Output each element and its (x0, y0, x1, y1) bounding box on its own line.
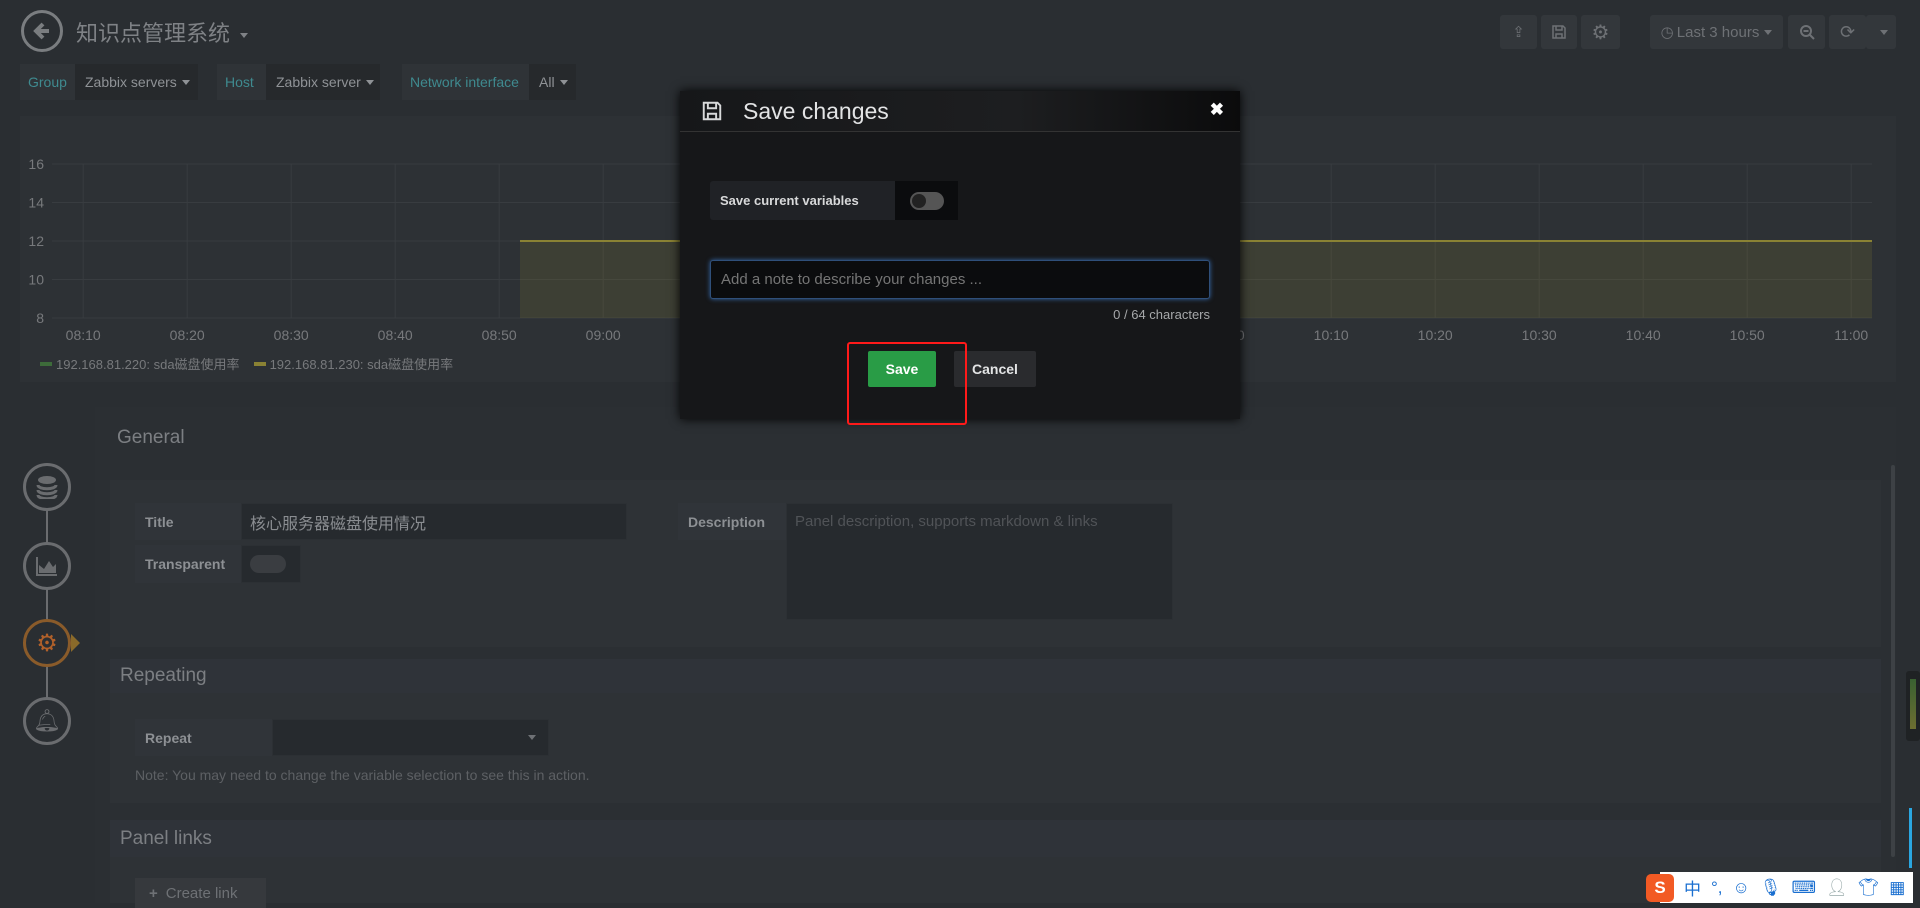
panel-links-section (110, 857, 1881, 903)
note-input[interactable] (710, 260, 1210, 299)
plus-icon: + (149, 884, 158, 902)
bell-icon: 🔔︎ (33, 708, 61, 733)
legend-swatch (253, 361, 266, 366)
database-icon (36, 476, 58, 499)
x-tick-label: 10:10 (1314, 327, 1349, 343)
modal-header: Save changes ✖ (680, 91, 1240, 132)
ime-mode[interactable]: 中 (1684, 875, 1701, 900)
x-tick-label: 08:20 (170, 327, 205, 343)
emoji-icon[interactable]: ☺ (1733, 878, 1750, 898)
save-icon (702, 101, 722, 121)
side-widget (1906, 671, 1920, 741)
area-chart-icon (36, 557, 57, 576)
variable-network-interface-select[interactable]: All (529, 64, 576, 100)
title-label: Title (135, 503, 241, 540)
legend-swatch (40, 361, 52, 366)
x-tick-label: 10:30 (1522, 327, 1557, 343)
transparent-toggle[interactable] (241, 545, 301, 583)
variable-label-network-interface: Network interface (402, 64, 529, 100)
variable-group-select[interactable]: Zabbix servers (75, 64, 198, 100)
y-tick-label: 8 (36, 310, 44, 326)
chevron-down-icon (181, 79, 190, 85)
y-tick-label: 14 (28, 195, 44, 211)
save-variables-field: Save current variables (710, 181, 958, 220)
rail-alert[interactable]: 🔔︎ (23, 697, 71, 745)
x-tick-label: 10:40 (1626, 327, 1661, 343)
dashboard-title[interactable]: 知识点管理系统 (76, 16, 249, 48)
refresh-icon: ⟳ (1839, 21, 1856, 42)
rail-general[interactable]: ⚙ (23, 619, 71, 667)
save-dashboard-button[interactable] (1541, 15, 1577, 49)
x-tick-label: 08:30 (274, 327, 309, 343)
title-input[interactable]: 核心服务器磁盘使用情况 (241, 503, 627, 540)
rail-visualization[interactable] (23, 542, 71, 590)
x-tick-label: 08:10 (66, 327, 101, 343)
create-link-button[interactable]: + Create link (135, 878, 266, 908)
toolbox-icon[interactable]: ▦ (1889, 878, 1905, 898)
zoom-out-button[interactable] (1788, 15, 1825, 49)
char-count: 0 / 64 characters (1113, 307, 1210, 322)
chevron-down-icon (559, 79, 568, 85)
y-tick-label: 16 (28, 156, 44, 172)
ime-toolbar: S 中 °, ☺ 🎙︎ ⌨ 👤︎ 👕︎ ▦ (1646, 872, 1913, 903)
modal-title: Save changes (743, 97, 889, 124)
skin-icon[interactable]: 👕︎ (1858, 878, 1880, 898)
x-tick-label: 08:40 (378, 327, 413, 343)
legend-item[interactable]: 192.168.81.230: sda磁盘使用率 (253, 354, 453, 373)
chevron-down-icon (1879, 29, 1888, 35)
general-heading: General (117, 427, 185, 448)
settings-button[interactable]: ⚙ (1581, 15, 1620, 49)
editor-scrollbar[interactable] (1891, 465, 1895, 857)
ime-punct[interactable]: °, (1711, 878, 1723, 898)
chevron-down-icon (365, 79, 374, 85)
time-range-picker[interactable]: ◷ Last 3 hours (1650, 15, 1783, 49)
variable-label-host: Host (217, 64, 266, 100)
description-textarea[interactable]: Panel description, supports markdown & l… (786, 503, 1173, 620)
variable-label-group: Group (20, 64, 75, 100)
user-icon[interactable]: 👤︎ (1826, 878, 1848, 898)
chevron-down-icon (528, 735, 536, 740)
highlight-box (847, 342, 967, 425)
back-button[interactable] (21, 10, 63, 52)
graph-legend: 192.168.81.220: sda磁盘使用率 192.168.81.230:… (40, 354, 453, 373)
x-tick-label: 08:50 (482, 327, 517, 343)
sogou-logo-icon: S (1646, 873, 1674, 902)
y-tick-label: 12 (28, 233, 44, 249)
microphone-icon[interactable]: 🎙︎ (1760, 878, 1782, 898)
toggle-knob (250, 555, 286, 573)
clock-icon: ◷ (1660, 24, 1674, 41)
zoom-out-icon (1799, 25, 1815, 40)
repeat-label: Repeat (135, 719, 272, 756)
refresh-interval-dropdown[interactable] (1866, 15, 1896, 49)
save-variables-toggle[interactable] (895, 181, 958, 220)
panel-links-heading: Panel links (110, 820, 1881, 857)
chevron-down-icon (1764, 29, 1773, 35)
arrow-left-circle-icon (33, 22, 49, 40)
chevron-down-icon (240, 32, 249, 38)
share-button[interactable]: ⇪ (1500, 15, 1537, 49)
x-tick-label: 10:20 (1418, 327, 1453, 343)
repeat-select[interactable] (272, 719, 549, 756)
repeat-note: Note: You may need to change the variabl… (135, 767, 590, 783)
variable-host-select[interactable]: Zabbix server (266, 64, 380, 100)
refresh-button[interactable]: ⟳ (1829, 15, 1866, 49)
close-icon[interactable]: ✖ (1210, 100, 1224, 120)
gear-icon: ⚙ (1591, 21, 1610, 44)
x-tick-label: 11:00 (1834, 327, 1868, 343)
x-tick-label: 10:50 (1730, 327, 1765, 343)
gear-wrench-icon: ⚙ (36, 629, 58, 657)
description-label: Description (678, 503, 786, 540)
rail-queries[interactable] (23, 463, 71, 511)
x-tick-label: 09:00 (586, 327, 621, 343)
keyboard-icon[interactable]: ⌨ (1791, 878, 1816, 898)
repeating-heading: Repeating (110, 659, 1881, 693)
volume-slider[interactable] (1909, 808, 1912, 868)
share-icon: ⇪ (1512, 24, 1525, 41)
transparent-label: Transparent (135, 545, 241, 583)
y-tick-label: 10 (28, 272, 44, 288)
legend-item[interactable]: 192.168.81.220: sda磁盘使用率 (40, 354, 240, 373)
save-icon (1552, 25, 1566, 39)
active-rail-pointer (71, 634, 80, 652)
